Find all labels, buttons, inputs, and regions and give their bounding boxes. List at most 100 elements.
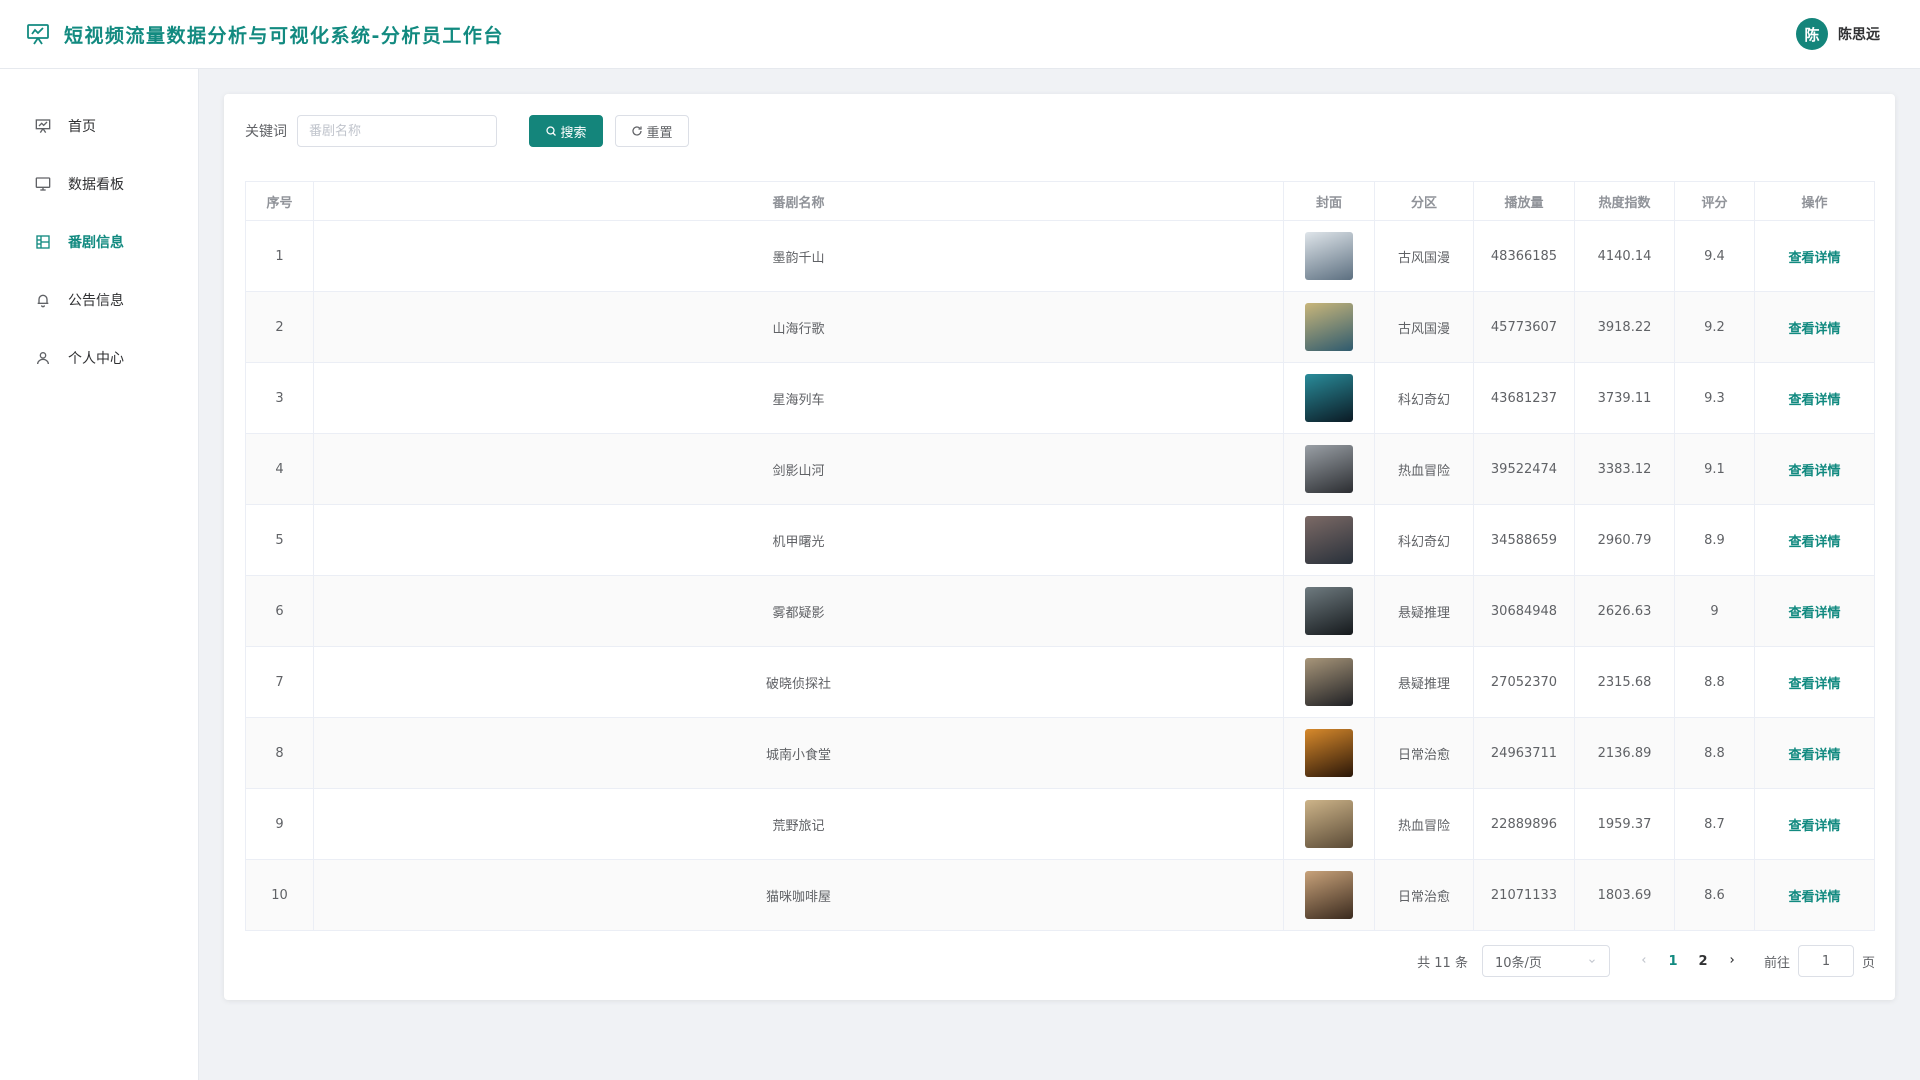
page-size-select[interactable]: 10条/页 <box>1481 945 1610 977</box>
column-header-category[interactable]: 分区 <box>1374 181 1474 221</box>
cell-name: 山海行歌 <box>313 291 1284 363</box>
cover-thumbnail <box>1305 232 1353 280</box>
sidebar-item-home[interactable]: 首页 <box>0 97 199 155</box>
column-header-index[interactable]: 序号 <box>245 181 314 221</box>
table-body: 1 墨韵千山 古风国漫 48366185 4140.14 9.4 查看详情 2 山海行歌 古风国漫… <box>245 220 1875 931</box>
top-header: 短视频流量数据分析与可视化系统-分析员工作台 陈 陈思远 <box>0 0 1920 69</box>
cover-thumbnail <box>1305 516 1353 564</box>
sidebar-item-series-info[interactable]: 番剧信息 <box>0 213 199 271</box>
cell-action: 查看详情 <box>1754 717 1875 789</box>
sidebar-item-dashboard[interactable]: 数据看板 <box>0 155 199 213</box>
pagination: 共 11 条 10条/页 1 2 前往 页 <box>1417 945 1875 977</box>
table-row: 5 机甲曙光 科幻奇幻 34588659 2960.79 8.9 查看详情 <box>245 504 1875 576</box>
column-header-plays[interactable]: 播放量 <box>1473 181 1575 221</box>
view-details-link[interactable]: 查看详情 <box>1788 393 1840 408</box>
sidebar-item-announcements[interactable]: 公告信息 <box>0 271 199 329</box>
cell-plays: 39522474 <box>1473 433 1575 505</box>
search-button-label: 搜索 <box>560 125 587 141</box>
view-details-link[interactable]: 查看详情 <box>1788 464 1840 479</box>
table-row: 6 雾都疑影 悬疑推理 30684948 2626.63 9 查看详情 <box>245 575 1875 647</box>
view-details-link[interactable]: 查看详情 <box>1788 606 1840 621</box>
sidebar-item-label: 个人中心 <box>68 351 124 367</box>
cell-name: 机甲曙光 <box>313 504 1284 576</box>
cell-rating: 8.6 <box>1674 859 1755 931</box>
table-row: 10 猫咪咖啡屋 日常治愈 21071133 1803.69 8.6 查看详情 <box>245 859 1875 931</box>
sidebar-item-label: 数据看板 <box>68 177 124 193</box>
cell-rating: 8.7 <box>1674 788 1755 860</box>
cell-cover <box>1283 220 1375 292</box>
cell-cover <box>1283 717 1375 789</box>
cell-plays: 45773607 <box>1473 291 1575 363</box>
table-row: 4 剑影山河 热血冒险 39522474 3383.12 9.1 查看详情 <box>245 433 1875 505</box>
cell-plays: 22889896 <box>1473 788 1575 860</box>
cell-heat: 3918.22 <box>1574 291 1675 363</box>
cell-category: 古风国漫 <box>1374 220 1474 292</box>
view-details-link[interactable]: 查看详情 <box>1788 535 1840 550</box>
search-icon <box>546 126 557 136</box>
cell-heat: 4140.14 <box>1574 220 1675 292</box>
cell-cover <box>1283 575 1375 647</box>
cell-heat: 1959.37 <box>1574 788 1675 860</box>
column-header-name[interactable]: 番剧名称 <box>313 181 1284 221</box>
cell-category: 日常治愈 <box>1374 717 1474 789</box>
cell-action: 查看详情 <box>1754 788 1875 860</box>
view-details-link[interactable]: 查看详情 <box>1788 322 1840 337</box>
avatar[interactable]: 陈 <box>1796 18 1828 50</box>
page-jump-input[interactable] <box>1797 945 1854 977</box>
cell-heat: 3739.11 <box>1574 362 1675 434</box>
cell-cover <box>1283 788 1375 860</box>
column-header-cover[interactable]: 封面 <box>1283 181 1375 221</box>
refresh-icon <box>632 126 643 136</box>
cell-cover <box>1283 859 1375 931</box>
view-details-link[interactable]: 查看详情 <box>1788 251 1840 266</box>
column-header-heat[interactable]: 热度指数 <box>1574 181 1675 221</box>
page-number-2[interactable]: 2 <box>1688 954 1718 969</box>
cell-heat: 3383.12 <box>1574 433 1675 505</box>
prev-page-button[interactable] <box>1630 954 1658 969</box>
chevron-down-icon <box>1589 959 1595 963</box>
cell-category: 科幻奇幻 <box>1374 362 1474 434</box>
cell-plays: 27052370 <box>1473 646 1575 718</box>
view-details-link[interactable]: 查看详情 <box>1788 748 1840 763</box>
next-page-button[interactable] <box>1718 954 1746 969</box>
cell-name: 剑影山河 <box>313 433 1284 505</box>
sidebar-item-profile[interactable]: 个人中心 <box>0 329 199 387</box>
cell-rating: 9.1 <box>1674 433 1755 505</box>
cover-thumbnail <box>1305 729 1353 777</box>
reset-button-label: 重置 <box>646 125 673 141</box>
cell-rating: 8.8 <box>1674 646 1755 718</box>
user-name[interactable]: 陈思远 <box>1838 24 1880 44</box>
table-header-row: 序号 番剧名称 封面 分区 播放量 热度指数 评分 操作 <box>245 181 1875 221</box>
cell-name: 破晓侦探社 <box>313 646 1284 718</box>
cell-plays: 24963711 <box>1473 717 1575 789</box>
cell-name: 城南小食堂 <box>313 717 1284 789</box>
search-button[interactable]: 搜索 <box>529 115 603 147</box>
cell-rating: 8.8 <box>1674 717 1755 789</box>
reset-button[interactable]: 重置 <box>615 115 689 147</box>
cell-index: 1 <box>245 220 314 292</box>
app-title: 短视频流量数据分析与可视化系统-分析员工作台 <box>64 24 504 47</box>
cover-thumbnail <box>1305 303 1353 351</box>
sidebar-item-label: 公告信息 <box>68 293 124 309</box>
cover-thumbnail <box>1305 587 1353 635</box>
user-menu[interactable]: 陈 陈思远 <box>1796 18 1880 50</box>
search-bar: 关键词 搜索 重置 <box>245 115 689 147</box>
cell-index: 6 <box>245 575 314 647</box>
view-details-link[interactable]: 查看详情 <box>1788 819 1840 834</box>
cell-action: 查看详情 <box>1754 433 1875 505</box>
cell-action: 查看详情 <box>1754 575 1875 647</box>
cell-plays: 34588659 <box>1473 504 1575 576</box>
view-details-link[interactable]: 查看详情 <box>1788 890 1840 905</box>
column-header-action[interactable]: 操作 <box>1754 181 1875 221</box>
view-details-link[interactable]: 查看详情 <box>1788 677 1840 692</box>
cell-cover <box>1283 646 1375 718</box>
cell-index: 4 <box>245 433 314 505</box>
search-input[interactable] <box>297 115 497 147</box>
cell-heat: 2136.89 <box>1574 717 1675 789</box>
sidebar: 首页 数据看板 番剧信息 公告信息 个人中心 <box>0 69 199 1080</box>
pagination-total: 共 11 条 <box>1417 955 1468 971</box>
column-header-rating[interactable]: 评分 <box>1674 181 1755 221</box>
cell-action: 查看详情 <box>1754 646 1875 718</box>
presentation-icon <box>34 117 52 135</box>
page-number-1[interactable]: 1 <box>1658 954 1688 969</box>
